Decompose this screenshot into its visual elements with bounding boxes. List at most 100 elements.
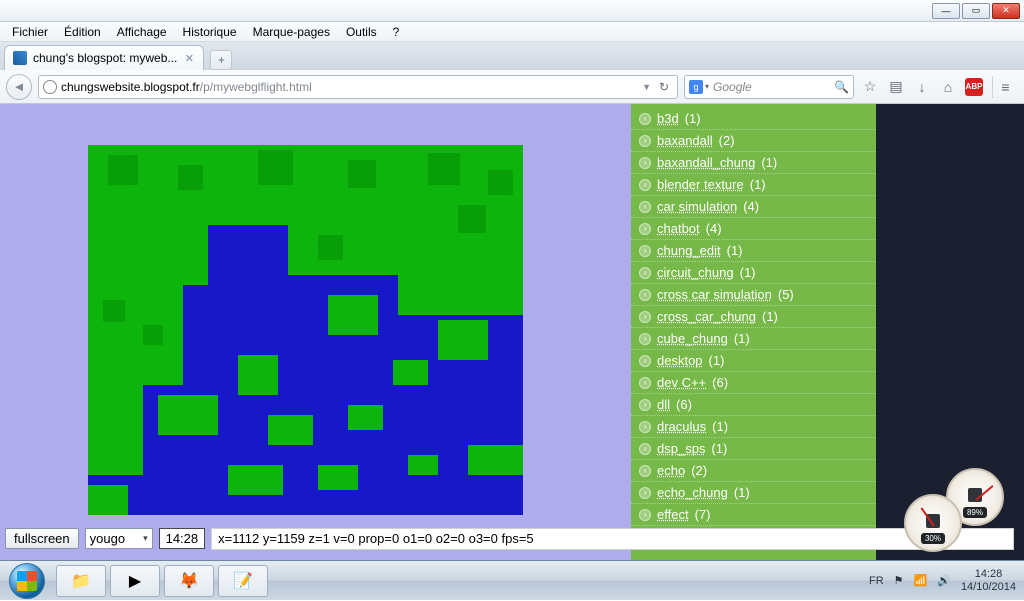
close-button[interactable]: ✕: [992, 3, 1020, 19]
tag-count: (1): [734, 485, 750, 500]
url-bar[interactable]: chungswebsite.blogspot.fr/p/mywebglfligh…: [38, 75, 678, 99]
tag-item[interactable]: › echo (2): [631, 460, 876, 482]
tag-link[interactable]: draculus: [657, 419, 706, 434]
tag-link[interactable]: dsp_sps: [657, 441, 705, 456]
tag-item[interactable]: ›draculus (1): [631, 416, 876, 438]
downloads-icon[interactable]: ↓: [912, 77, 932, 97]
bullet-icon: ›: [639, 509, 651, 521]
gauge-cpu[interactable]: 30%: [904, 494, 962, 552]
taskbar-explorer[interactable]: 📁: [56, 565, 106, 597]
tag-item[interactable]: ›effect (7): [631, 504, 876, 526]
tag-item[interactable]: ›baxandall_chung (1): [631, 152, 876, 174]
new-tab-button[interactable]: +: [210, 50, 232, 70]
home-icon[interactable]: ⌂: [938, 77, 958, 97]
tag-link[interactable]: blender texture: [657, 177, 744, 192]
reload-icon[interactable]: ↻: [655, 80, 673, 94]
tag-item[interactable]: ›baxandall (2): [631, 130, 876, 152]
tray-flag-icon[interactable]: ⚑: [894, 574, 904, 587]
taskbar: 📁 ▶ 🦊 📝 FR ⚑ 📶 🔊 14:2814/10/2014: [0, 560, 1024, 600]
browser-tab[interactable]: chung's blogspot: myweb... ✕: [4, 45, 204, 70]
tag-link[interactable]: cross_car_chung: [657, 309, 756, 324]
webgl-canvas[interactable]: [88, 145, 523, 515]
bullet-icon: ›: [639, 179, 651, 191]
menu-file[interactable]: Fichier: [4, 23, 56, 41]
tag-link[interactable]: baxandall_chung: [657, 155, 755, 170]
bullet-icon: ›: [639, 157, 651, 169]
minimize-button[interactable]: —: [932, 3, 960, 19]
bullet-icon: ›: [639, 487, 651, 499]
tag-link[interactable]: b3d: [657, 111, 679, 126]
menu-history[interactable]: Historique: [175, 23, 245, 41]
tag-link[interactable]: car simulation: [657, 199, 737, 214]
tag-item[interactable]: ›cube_chung (1): [631, 328, 876, 350]
maximize-button[interactable]: ▭: [962, 3, 990, 19]
tab-close-icon[interactable]: ✕: [183, 52, 195, 64]
adblock-icon[interactable]: ABP: [964, 77, 984, 97]
tag-item[interactable]: ›car simulation (4): [631, 196, 876, 218]
tag-link[interactable]: baxandall: [657, 133, 713, 148]
tag-item[interactable]: ›blender texture (1): [631, 174, 876, 196]
start-button[interactable]: [0, 561, 54, 601]
tag-item[interactable]: ›cross car simulation (5): [631, 284, 876, 306]
tray-lang[interactable]: FR: [869, 575, 884, 587]
bullet-icon: ›: [639, 201, 651, 213]
bookmark-star-icon[interactable]: ☆: [860, 77, 880, 97]
menu-bar: Fichier Édition Affichage Historique Mar…: [0, 22, 1024, 42]
search-icon[interactable]: 🔍: [834, 80, 849, 94]
mode-select[interactable]: yougo: [85, 528, 153, 549]
tag-count: (6): [676, 397, 692, 412]
tray-network-icon[interactable]: 📶: [914, 574, 928, 587]
bullet-icon: ›: [639, 355, 651, 367]
bullet-icon: ›: [639, 223, 651, 235]
menu-view[interactable]: Affichage: [109, 23, 175, 41]
taskbar-firefox[interactable]: 🦊: [164, 565, 214, 597]
menu-bookmarks[interactable]: Marque-pages: [245, 23, 338, 41]
tag-link[interactable]: dll: [657, 397, 670, 412]
tag-link[interactable]: chatbot: [657, 221, 700, 236]
tag-count: (2): [691, 463, 707, 478]
system-tray: FR ⚑ 📶 🔊 14:2814/10/2014: [869, 568, 1024, 593]
tag-item[interactable]: ›circuit_chung (1): [631, 262, 876, 284]
menu-help[interactable]: ?: [385, 23, 408, 41]
menu-tools[interactable]: Outils: [338, 23, 385, 41]
tag-link[interactable]: effect: [657, 507, 689, 522]
tag-count: (6): [712, 375, 728, 390]
bullet-icon: ›: [639, 465, 651, 477]
tag-item[interactable]: ›cross_car_chung (1): [631, 306, 876, 328]
tag-link[interactable]: desktop: [657, 353, 703, 368]
tag-count: (1): [712, 419, 728, 434]
menu-icon[interactable]: ≡: [992, 76, 1018, 98]
tray-datetime[interactable]: 14:2814/10/2014: [961, 568, 1016, 593]
tab-strip: chung's blogspot: myweb... ✕ +: [0, 42, 1024, 70]
tag-link[interactable]: echo_chung: [657, 485, 728, 500]
url-dropdown-icon[interactable]: ▼: [638, 82, 655, 92]
tag-item[interactable]: ›chatbot (4): [631, 218, 876, 240]
tag-link[interactable]: circuit_chung: [657, 265, 734, 280]
taskbar-notepad[interactable]: 📝: [218, 565, 268, 597]
tag-link[interactable]: dev C++: [657, 375, 706, 390]
tag-link[interactable]: cube_chung: [657, 331, 728, 346]
tag-link[interactable]: echo: [657, 463, 685, 478]
taskbar-media[interactable]: ▶: [110, 565, 160, 597]
bullet-icon: ›: [639, 377, 651, 389]
reader-icon[interactable]: ▤: [886, 77, 906, 97]
search-bar[interactable]: g ▾ Google 🔍: [684, 75, 854, 99]
bullet-icon: ›: [639, 289, 651, 301]
tag-item[interactable]: › dev C++ (6): [631, 372, 876, 394]
tag-count: (2): [719, 133, 735, 148]
debug-readout: x=1112 y=1159 z=1 v=0 prop=0 o1=0 o2=0 o…: [211, 528, 1014, 550]
tag-item[interactable]: ›desktop (1): [631, 350, 876, 372]
tag-count: (1): [734, 331, 750, 346]
tag-link[interactable]: chung_edit: [657, 243, 721, 258]
fullscreen-button[interactable]: fullscreen: [5, 528, 79, 549]
tag-item[interactable]: ›chung_edit (1): [631, 240, 876, 262]
back-button[interactable]: ◄: [6, 74, 32, 100]
tag-item[interactable]: ›b3d (1): [631, 108, 876, 130]
tag-item[interactable]: ›dsp_sps (1): [631, 438, 876, 460]
window-titlebar: — ▭ ✕: [0, 0, 1024, 22]
menu-edit[interactable]: Édition: [56, 23, 109, 41]
tag-item[interactable]: › echo_chung (1): [631, 482, 876, 504]
tag-item[interactable]: ›dll (6): [631, 394, 876, 416]
tray-volume-icon[interactable]: 🔊: [937, 574, 951, 587]
tag-link[interactable]: cross car simulation: [657, 287, 772, 302]
